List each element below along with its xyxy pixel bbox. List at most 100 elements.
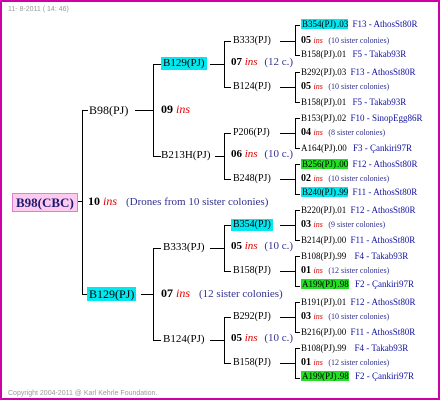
g4-queen-row[interactable]: A164(PJ).00 F3 - Çankiri97R	[301, 144, 412, 153]
g3-queen-label[interactable]: B158(PJ)	[231, 357, 273, 369]
connector	[295, 332, 300, 333]
g3-queen-label[interactable]: B124(PJ)	[231, 81, 273, 93]
g3-queen-label[interactable]: B248(PJ)	[231, 173, 273, 185]
generation-number: 07	[231, 56, 242, 68]
connector	[295, 72, 300, 73]
g4-queen-year: .01	[335, 49, 347, 59]
generation-number: 06	[231, 148, 242, 160]
drone-source-note: (Drones from 10 sister colonies)	[126, 196, 269, 208]
generation-number: 05	[231, 240, 242, 252]
connector	[224, 179, 231, 180]
generation-number: 01	[301, 265, 311, 276]
g3-mating-info: 03 ins (10 sister colonies)	[301, 312, 389, 322]
pedigree-frame: 11- 8-2011 ( 14: 46) Copyright 2004-2011…	[0, 0, 440, 400]
sister-colonies-note: (12 c.)	[264, 56, 294, 68]
sister-colonies-note: (12 sister colonies)	[328, 358, 390, 367]
g3-mating-info: 05 ins (10 sister colonies)	[301, 36, 389, 46]
g4-queen-row[interactable]: A199(PJ).98 F2 - Çankiri97R	[301, 371, 414, 381]
g4-queen-year: .03	[335, 67, 347, 77]
insemination-tag: ins	[244, 332, 258, 344]
connector	[153, 340, 161, 341]
g2-queen-label[interactable]: B213H(PJ)	[159, 149, 213, 162]
connector	[224, 87, 231, 88]
g4-queen-line: F5 - Takab93R	[352, 97, 407, 107]
g1-mating-info: 07 ins (12 sister colonies)	[161, 287, 283, 300]
g4-queen-year: .02	[335, 113, 347, 123]
g4-queen-row[interactable]: B220(PJ).01 F12 - AthosSt80R	[301, 206, 416, 215]
g2-queen-label[interactable]: B333(PJ)	[161, 241, 207, 254]
g4-queen-id: B216(PJ)	[301, 327, 336, 337]
g4-queen-row[interactable]: B216(PJ).00 F11 - AthosSt80R	[301, 328, 415, 337]
insemination-tag: ins	[244, 240, 258, 252]
g4-queen-line: F5 - Takab93R	[352, 49, 407, 59]
g2-queen-label[interactable]: B129(PJ)	[161, 57, 207, 70]
generation-number: 07	[161, 286, 173, 300]
g4-queen-year: .01	[335, 205, 347, 215]
connector	[295, 72, 296, 102]
g4-queen-line: F12 - AthosSt80R	[350, 297, 416, 307]
connector	[224, 363, 231, 364]
insemination-tag: ins	[176, 102, 191, 116]
generation-number: 03	[301, 311, 311, 322]
g4-queen-year: .00	[335, 235, 347, 245]
g4-queen-year: .99	[335, 251, 347, 261]
connector	[280, 271, 295, 272]
connector	[295, 348, 296, 378]
connector	[295, 210, 296, 240]
g3-mating-info: 05 ins (10 sister colonies)	[301, 82, 389, 92]
connector	[295, 102, 300, 103]
insemination-tag: ins	[313, 128, 323, 137]
connector	[135, 110, 153, 111]
sister-colonies-note: (9 sister colonies)	[328, 220, 386, 229]
g4-queen-id: B108(PJ)	[301, 343, 336, 353]
g2-mating-info: 05 ins (10 c.)	[231, 333, 293, 344]
g1-queen-label[interactable]: B129(PJ)	[87, 287, 137, 301]
g4-queen-row[interactable]: B240(PJ).99 F11 - AthosSt80R	[301, 187, 417, 197]
connector	[295, 210, 300, 211]
g4-queen-row[interactable]: B292(PJ).03 F13 - AthosSt80R	[301, 68, 416, 77]
connector	[295, 302, 300, 303]
g1-queen-label[interactable]: B98(PJ)	[87, 103, 130, 117]
g4-queen-row[interactable]: A199(PJ).98 F2 - Çankiri97R	[301, 279, 414, 289]
connector	[295, 256, 300, 257]
g3-queen-label[interactable]: P206(PJ)	[231, 127, 272, 139]
generation-number: 05	[231, 332, 242, 344]
g4-queen-row[interactable]: B108(PJ).99 F4 - Takab93R	[301, 252, 408, 261]
g3-queen-label[interactable]: B354(PJ)	[231, 219, 273, 231]
connector	[295, 194, 300, 195]
insemination-tag: ins	[313, 266, 323, 275]
connector	[295, 348, 300, 349]
g4-queen-year: .99	[335, 343, 347, 353]
sister-colonies-note: (10 sister colonies)	[328, 36, 390, 45]
g4-queen-year: .01	[335, 297, 347, 307]
g3-queen-label[interactable]: B333(PJ)	[231, 35, 273, 47]
g4-queen-year: .00	[335, 143, 347, 153]
g3-queen-label[interactable]: B158(PJ)	[231, 265, 273, 277]
g4-queen-row[interactable]: B158(PJ).01 F5 - Takab93R	[301, 98, 406, 107]
g4-queen-row[interactable]: B153(PJ).02 F10 - SinopEgg86R	[301, 114, 423, 123]
sister-colonies-note: (8 sister colonies)	[328, 128, 386, 137]
g4-queen-id: B158(PJ)	[301, 97, 336, 107]
g3-mating-info: 02 ins (10 sister colonies)	[301, 174, 389, 184]
g4-queen-row[interactable]: B108(PJ).99 F4 - Takab93R	[301, 344, 408, 353]
root-mating-info: 10 ins (Drones from 10 sister colonies)	[88, 195, 268, 208]
g4-queen-id: B158(PJ)	[301, 49, 336, 59]
g4-queen-row[interactable]: B158(PJ).01 F5 - Takab93R	[301, 50, 406, 59]
generation-number: 05	[301, 81, 311, 92]
g4-queen-line: F11 - AthosSt80R	[350, 327, 416, 337]
g2-queen-label[interactable]: B124(PJ)	[161, 333, 207, 346]
connector	[295, 148, 300, 149]
g4-queen-id: B153(PJ)	[301, 113, 336, 123]
generation-number: 01	[301, 357, 311, 368]
g3-queen-label[interactable]: B292(PJ)	[231, 311, 273, 323]
g4-queen-row[interactable]: B214(PJ).00 F11 - AthosSt80R	[301, 236, 415, 245]
g4-queen-year: .03	[337, 19, 349, 29]
root-queen-label[interactable]: B98(CBC)	[12, 193, 78, 212]
g4-queen-row[interactable]: B191(PJ).01 F12 - AthosSt80R	[301, 298, 416, 307]
g4-queen-row[interactable]: B256(PJ).00 F12 - AthosSt80R	[301, 159, 418, 169]
sister-colonies-note: (10 sister colonies)	[328, 312, 390, 321]
sister-colonies-note: (10 sister colonies)	[328, 82, 390, 91]
g4-queen-row[interactable]: B354(PJ).03 F13 - AthosSt80R	[301, 19, 418, 29]
insemination-tag: ins	[313, 358, 323, 367]
g2-mating-info: 05 ins (10 c.)	[231, 241, 293, 252]
